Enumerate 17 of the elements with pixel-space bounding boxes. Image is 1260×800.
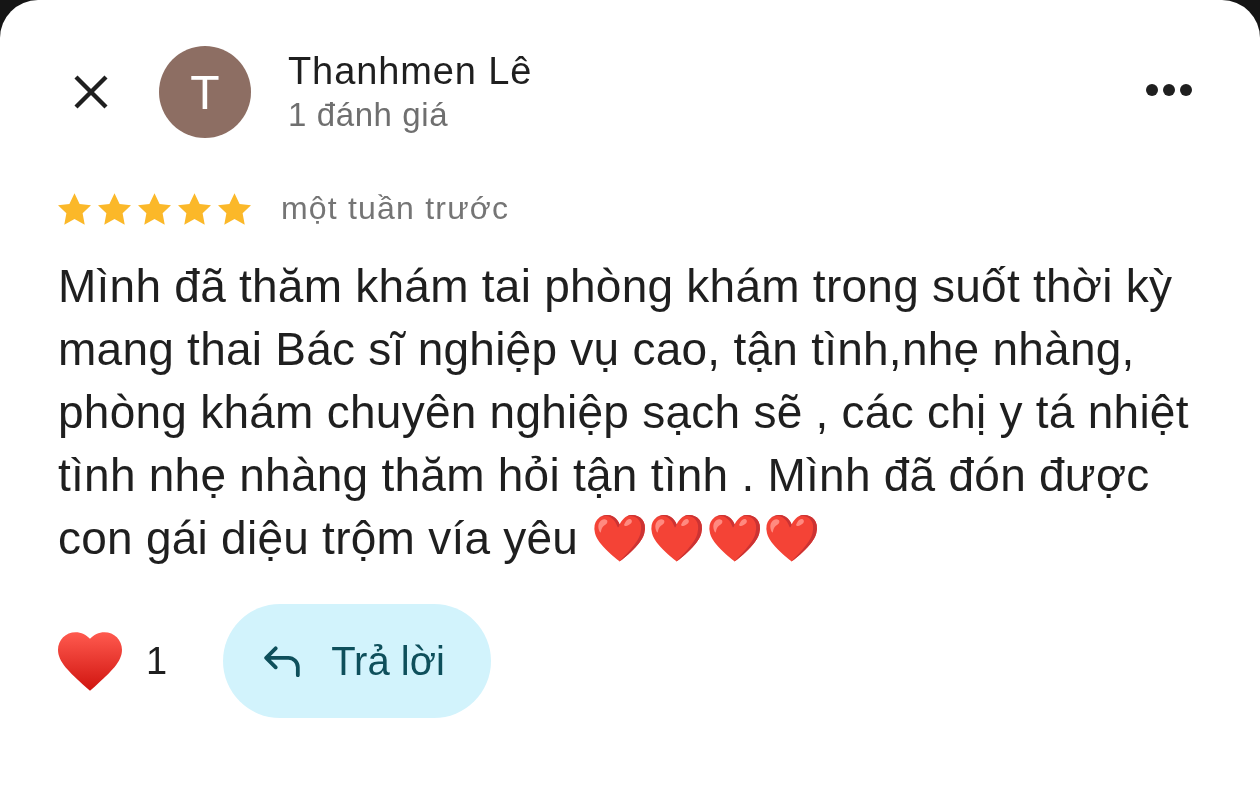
reviewer-name[interactable]: Thanhmen Lê	[288, 49, 533, 93]
star-icon	[138, 192, 171, 225]
review-text: Mình đã thăm khám tai phòng khám trong suốt thời kỳ mang thai Bác sĩ nghiệp vụ cao, tận tình,nhẹ nhàng, phòng khám chuyên nghiệp sạch sẽ , các chị y tá nhiệt tình nhẹ nhàng thăm hỏi tận tình . Mình đã đón được con gái diệu trộm vía yêu ❤❤❤❤	[58, 259, 1190, 566]
star-icon	[218, 192, 251, 225]
reply-icon	[263, 645, 302, 677]
star-icon	[58, 192, 91, 225]
star-icon	[178, 192, 211, 225]
user-avatar: T	[159, 46, 251, 138]
like-count: 1	[146, 639, 168, 683]
like-button[interactable]: 1	[58, 631, 168, 691]
more-icon	[1146, 84, 1192, 96]
star-icon	[98, 192, 131, 225]
review-time: một tuần trước	[281, 190, 510, 227]
more-button[interactable]	[1146, 84, 1192, 96]
heart-icon	[58, 631, 122, 691]
review-count: 1 đánh giá	[288, 95, 449, 135]
reply-button[interactable]: Trả lời	[223, 604, 491, 718]
